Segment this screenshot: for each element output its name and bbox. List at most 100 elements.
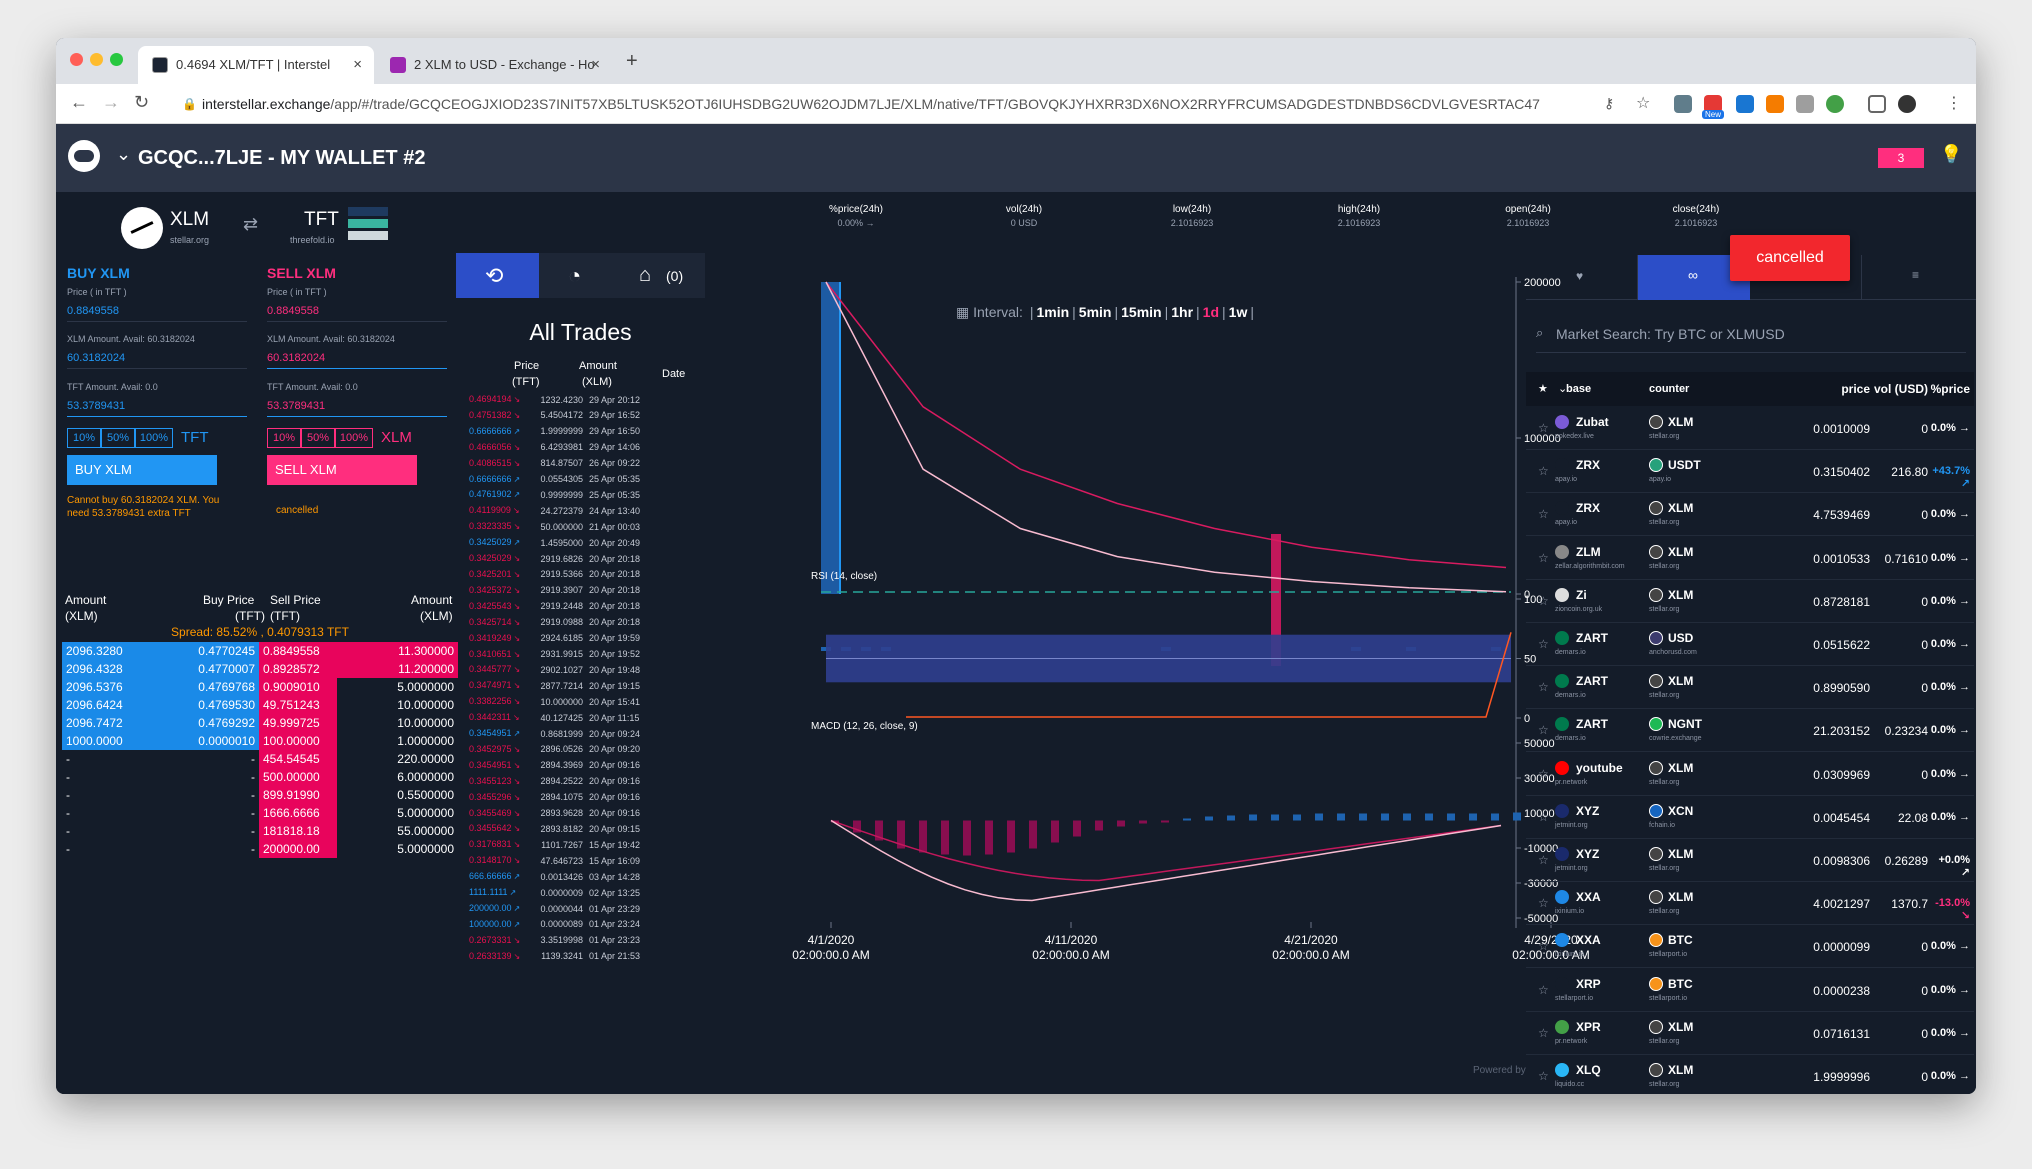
maximize-window-button[interactable] [110, 53, 123, 66]
cast-icon[interactable] [1868, 95, 1886, 113]
extension-icon[interactable] [1674, 95, 1692, 113]
favorite-star-icon[interactable]: ☆ [1538, 983, 1549, 997]
swap-arrows-icon[interactable]: ⇄ [243, 214, 258, 235]
bookmark-star-icon[interactable]: ☆ [1636, 93, 1650, 113]
wallet-title[interactable]: GCQC...7LJE - MY WALLET #2 [138, 147, 425, 170]
star-header[interactable]: ★ [1538, 382, 1548, 395]
favorite-star-icon[interactable]: ☆ [1538, 1026, 1549, 1040]
favorite-star-icon[interactable]: ☆ [1538, 1069, 1549, 1083]
orderbook-row[interactable]: 2096.5376 0.4769768 0.9009010 5.0000000 [62, 678, 458, 696]
market-row[interactable]: ☆ ZART demars.io XLM stellar.org 0.8990590 0 0.… [1526, 666, 1974, 710]
orderbook-row[interactable]: - -454.54545 220.00000 [62, 750, 458, 768]
buy-button[interactable]: BUY XLM [67, 455, 217, 485]
orderbook-row[interactable]: - -1666.6666 5.0000000 [62, 804, 458, 822]
sell-price-input[interactable]: 0.8849558 [267, 300, 447, 322]
url-field[interactable]: 🔒 interstellar.exchange/app/#/trade/GCQC… [174, 90, 1734, 118]
profile-icon[interactable] [1898, 95, 1916, 113]
sell-button[interactable]: SELL XLM [267, 455, 417, 485]
market-row[interactable]: ☆ Zi zioncoin.org.uk XLM stellar.org 0.872818… [1526, 580, 1974, 623]
market-row[interactable]: ☆ XYZ jetmint.org XLM stellar.org 0.0098306 0.… [1526, 839, 1974, 882]
favorite-star-icon[interactable]: ☆ [1538, 767, 1549, 781]
favorite-star-icon[interactable]: ☆ [1538, 637, 1549, 651]
extension-icon[interactable] [1736, 95, 1754, 113]
buy-total-input[interactable]: 53.3789431 [67, 395, 247, 417]
pct-header[interactable]: %price [1924, 382, 1970, 396]
orderbook-row[interactable]: 2096.4328 0.4770007 0.8928572 11.200000 [62, 660, 458, 678]
favorite-star-icon[interactable]: ☆ [1538, 551, 1549, 565]
notification-count[interactable]: 3 [1878, 148, 1924, 168]
market-row[interactable]: ☆ XYZ jetmint.org XCN fchain.io 0.0045454 22.0… [1526, 796, 1974, 839]
minimize-window-button[interactable] [90, 53, 103, 66]
market-row[interactable]: ☆ XXA ixinium.io BTC stellarport.io 0.0000099… [1526, 925, 1974, 969]
orderbook-row[interactable]: 2096.7472 0.4769292 49.999725 10.000000 [62, 714, 458, 732]
market-row[interactable]: ☆ XLQ liquido.cc XLM stellar.org 1.9999996 0 0.… [1526, 1055, 1974, 1094]
sell-50-percent-button[interactable]: 50% [301, 428, 335, 448]
buy-100-percent-button[interactable]: 100% [135, 428, 173, 448]
basket-icon[interactable]: ⌂ [639, 264, 651, 287]
forward-icon[interactable]: → [102, 92, 120, 113]
favorite-star-icon[interactable]: ☆ [1538, 464, 1549, 478]
orderbook-row[interactable]: - -200000.00 5.0000000 [62, 840, 458, 858]
market-row[interactable]: ☆ ZRX apay.io USDT apay.io 0.3150402 216.80 +43… [1526, 450, 1974, 494]
close-tab-icon[interactable]: × [591, 46, 600, 84]
reload-icon[interactable]: ↻ [134, 92, 149, 113]
sell-100-percent-button[interactable]: 100% [335, 428, 373, 448]
market-row[interactable]: ☆ ZART demars.io USD anchorusd.com 0.0515622 0… [1526, 623, 1974, 666]
trade-row: 0.3425372 ↘ 2919.3907 20 Apr 20:18 [469, 583, 659, 599]
buy-10-percent-button[interactable]: 10% [67, 428, 101, 448]
history-tab[interactable]: ⟲ [456, 253, 539, 298]
new-tab-icon[interactable]: + [626, 50, 638, 73]
close-window-button[interactable] [70, 53, 83, 66]
metamask-icon[interactable] [1766, 95, 1784, 113]
favorite-star-icon[interactable]: ☆ [1538, 853, 1549, 867]
orderbook-row[interactable]: - -181818.18 55.000000 [62, 822, 458, 840]
cancelled-toast[interactable]: cancelled [1730, 235, 1850, 281]
vol-header[interactable]: vol (USD) [1862, 382, 1928, 396]
market-row[interactable]: ☆ ZART demars.io NGNT cowrie.exchange 21.2031… [1526, 709, 1974, 753]
orderbook-row[interactable]: - -899.91990 0.5500000 [62, 786, 458, 804]
sell-amount-input[interactable]: 60.3182024 [267, 347, 447, 369]
market-row[interactable]: ☆ ZLM zellar.algorithmbit.com XLM stellar.or… [1526, 537, 1974, 580]
market-search-input[interactable]: ⌕ Market Search: Try BTC or XLMUSD [1536, 317, 1966, 353]
chevron-down-icon[interactable]: ⌄ [116, 144, 131, 165]
favorite-star-icon[interactable]: ☆ [1538, 896, 1549, 910]
menu-icon[interactable]: ⋮ [1946, 93, 1962, 113]
orderbook-row[interactable]: 2096.6424 0.4769530 49.751243 10.000000 [62, 696, 458, 714]
market-row[interactable]: ☆ ZRX apay.io XLM stellar.org 4.7539469 0 0.0% … [1526, 493, 1974, 537]
orderbook-row[interactable]: 2096.3280 0.4770245 0.8849558 11.300000 [62, 642, 458, 660]
back-icon[interactable]: ← [70, 92, 88, 113]
favorite-star-icon[interactable]: ☆ [1538, 507, 1549, 521]
trade-amount: 2896.0526 [540, 744, 583, 755]
extension-icon[interactable] [1796, 95, 1814, 113]
sell-total-input[interactable]: 53.3789431 [267, 395, 447, 417]
list-tab[interactable]: ≡ [1862, 255, 1974, 300]
price-header[interactable]: price [1800, 382, 1870, 396]
counter-header[interactable]: counter [1649, 383, 1689, 395]
user-clock-icon[interactable]: ◔ [568, 263, 581, 289]
market-row[interactable]: ☆ Zubat pokedex.live XLM stellar.org 0.001000… [1526, 407, 1974, 450]
favorite-star-icon[interactable]: ☆ [1538, 680, 1549, 694]
orderbook-row[interactable]: - -500.00000 6.0000000 [62, 768, 458, 786]
market-row[interactable]: ☆ XPR pr.network XLM stellar.org 0.0716131 0 0.… [1526, 1012, 1974, 1055]
favorite-star-icon[interactable]: ☆ [1538, 939, 1549, 953]
buy-price-input[interactable]: 0.8849558 [67, 300, 247, 322]
favorite-star-icon[interactable]: ☆ [1538, 594, 1549, 608]
market-row[interactable]: ☆ XRP stellarport.io BTC stellarport.io 0.000… [1526, 969, 1974, 1012]
favorites-tab[interactable]: ♥ [1526, 255, 1638, 300]
sell-10-percent-button[interactable]: 10% [267, 428, 301, 448]
market-row[interactable]: ☆ XXA ixinium.io XLM stellar.org 4.0021297 137… [1526, 882, 1974, 926]
browser-tab[interactable]: 2 XLM to USD - Exchange - Ho × [376, 46, 612, 84]
buy-50-percent-button[interactable]: 50% [101, 428, 135, 448]
lightbulb-icon[interactable]: 💡 [1940, 144, 1962, 165]
favorite-star-icon[interactable]: ☆ [1538, 810, 1549, 824]
close-tab-icon[interactable]: × [353, 46, 362, 84]
browser-tab-active[interactable]: 0.4694 XLM/TFT | Interstel × [138, 46, 374, 84]
key-icon[interactable]: ⚷ [1604, 95, 1614, 112]
buy-amount-input[interactable]: 60.3182024 [67, 347, 247, 369]
favorite-star-icon[interactable]: ☆ [1538, 723, 1549, 737]
base-header[interactable]: base [1566, 383, 1591, 395]
favorite-star-icon[interactable]: ☆ [1538, 421, 1549, 435]
grammarly-icon[interactable] [1826, 95, 1844, 113]
orderbook-row[interactable]: 1000.0000 0.0000010 100.00000 1.0000000 [62, 732, 458, 750]
market-row[interactable]: ☆ youtube pr.network XLM stellar.org 0.030996… [1526, 753, 1974, 796]
